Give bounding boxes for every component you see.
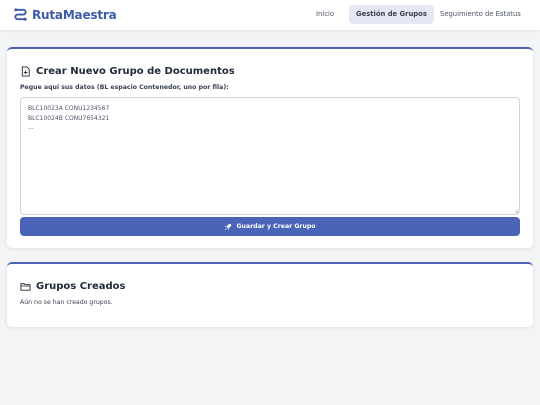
create-group-card: Crear Nuevo Grupo de Documentos Pegue aq… bbox=[7, 47, 533, 248]
save-create-group-label: Guardar y Crear Grupo bbox=[236, 223, 316, 230]
navbar: RutaMaestra Inicio Gestión de Grupos Seg… bbox=[0, 0, 540, 30]
brand[interactable]: RutaMaestra bbox=[13, 7, 117, 22]
nav-item-gestion-grupos[interactable]: Gestión de Grupos bbox=[349, 5, 434, 24]
file-plus-icon bbox=[21, 66, 30, 77]
nav-item-inicio[interactable]: Inicio bbox=[309, 5, 341, 24]
nav-item-seguimiento-estatus[interactable]: Seguimiento de Estatus bbox=[433, 5, 528, 24]
rocket-icon bbox=[225, 223, 232, 230]
data-field-label: Pegue aquí sus datos (BL espacio Contene… bbox=[20, 84, 229, 91]
save-create-group-button[interactable]: Guardar y Crear Grupo bbox=[20, 217, 520, 236]
groups-created-heading: Grupos Creados bbox=[20, 281, 126, 292]
groups-empty-message: Aún no se han creado grupos. bbox=[20, 299, 113, 306]
resize-grip-icon[interactable] bbox=[514, 209, 519, 214]
groups-created-card: Grupos Creados Aún no se han creado grup… bbox=[7, 262, 533, 327]
groups-created-title: Grupos Creados bbox=[36, 281, 126, 292]
create-group-heading: Crear Nuevo Grupo de Documentos bbox=[20, 66, 235, 77]
data-textarea[interactable]: BLC10023A CONU1234567 BLC10024B CONU7654… bbox=[20, 97, 520, 215]
folder-icon bbox=[20, 283, 31, 291]
route-icon bbox=[14, 8, 27, 21]
create-group-title: Crear Nuevo Grupo de Documentos bbox=[36, 66, 235, 77]
brand-name: RutaMaestra bbox=[32, 7, 117, 22]
